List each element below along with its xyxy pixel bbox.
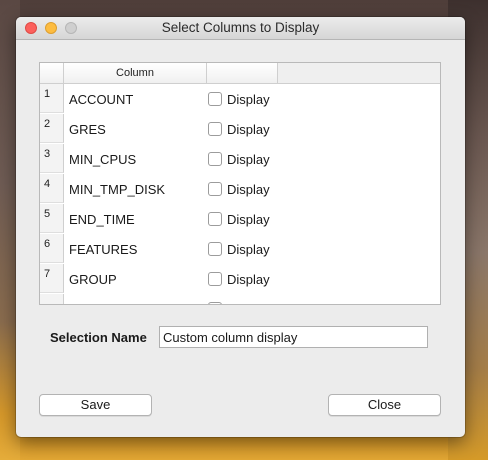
- header-filler: [278, 63, 440, 84]
- selection-name-input[interactable]: [159, 326, 428, 348]
- row-number: 4: [40, 174, 64, 203]
- display-checkbox[interactable]: [208, 272, 222, 286]
- display-checkbox-label[interactable]: Display: [227, 122, 270, 137]
- selection-name-label: Selection Name: [50, 330, 147, 345]
- row-number: 5: [40, 204, 64, 233]
- row-number: 6: [40, 234, 64, 263]
- display-checkbox-label[interactable]: Display: [227, 152, 270, 167]
- table-header: Column: [40, 63, 440, 84]
- column-name: ACCOUNT: [69, 92, 134, 107]
- close-button[interactable]: Close: [328, 394, 441, 416]
- display-checkbox-label[interactable]: Display: [227, 212, 270, 227]
- header-column[interactable]: Column: [64, 63, 207, 84]
- display-checkbox[interactable]: [208, 92, 222, 106]
- title-bar[interactable]: Select Columns to Display: [16, 17, 465, 40]
- display-checkbox[interactable]: [208, 182, 222, 196]
- columns-table[interactable]: Column 1 ACCOUNT Display 2 GRES Display …: [39, 62, 441, 305]
- display-checkbox-label[interactable]: Display: [227, 242, 270, 257]
- save-button[interactable]: Save: [39, 394, 152, 416]
- column-name: MIN_TMP_DISK: [69, 182, 166, 197]
- row-number: 7: [40, 264, 64, 293]
- row-number: 1: [40, 84, 64, 113]
- display-checkbox[interactable]: [208, 122, 222, 136]
- display-checkbox-label[interactable]: Display: [227, 182, 270, 197]
- column-name: END_TIME: [69, 212, 135, 227]
- column-name: GRES: [69, 122, 106, 137]
- row-number: 2: [40, 114, 64, 143]
- column-name: FEATURES: [69, 242, 138, 257]
- display-checkbox[interactable]: [208, 212, 222, 226]
- display-checkbox[interactable]: [208, 242, 222, 256]
- window-title: Select Columns to Display: [161, 20, 320, 35]
- display-checkbox-label[interactable]: Display: [227, 272, 270, 287]
- column-name: MIN_CPUS: [69, 152, 137, 167]
- dialog-window: Select Columns to Display Column 1 ACCOU…: [16, 17, 465, 437]
- row-number: 3: [40, 144, 64, 173]
- display-checkbox[interactable]: [208, 152, 222, 166]
- row-number-partial: [40, 294, 64, 304]
- display-checkbox-partial[interactable]: [208, 302, 222, 304]
- header-rownum[interactable]: [40, 63, 64, 84]
- header-display[interactable]: [207, 63, 278, 84]
- display-checkbox-label[interactable]: Display: [227, 92, 270, 107]
- column-name: GROUP: [69, 272, 117, 287]
